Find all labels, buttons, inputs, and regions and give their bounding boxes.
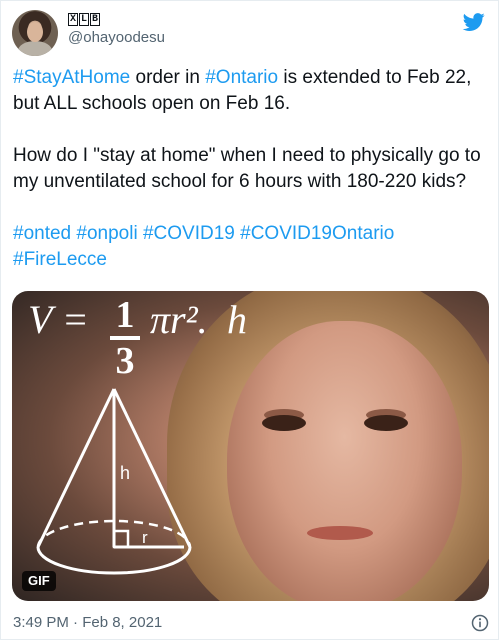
info-icon[interactable] (471, 614, 489, 632)
display-name-char: B (90, 13, 101, 26)
formula-pi-r2: πr². (150, 297, 208, 342)
tweet-paragraph: #StayAtHome order in #Ontario is extende… (13, 65, 491, 117)
gif-badge: GIF (22, 571, 56, 591)
hashtag-link[interactable]: #onpoli (76, 223, 137, 244)
formula-numerator: 1 (115, 294, 135, 336)
formula-denominator: 3 (115, 340, 135, 382)
user-handle[interactable]: @ohayoodesu (68, 29, 165, 47)
tweet-text-segment: order in (130, 67, 206, 88)
hashtag-link[interactable]: #Ontario (205, 67, 278, 88)
formula-fraction: 1 3 (110, 295, 140, 381)
tweet-paragraph: How do I "stay at home" when I need to p… (13, 143, 491, 195)
hashtag-link[interactable]: #COVID19 (143, 223, 235, 244)
display-name-char: L (79, 13, 90, 26)
avatar-face (27, 22, 43, 42)
hashtag-link[interactable]: #FireLecce (13, 249, 107, 270)
tweet-card: X L B @ohayoodesu #StayAtHome order in #… (0, 0, 499, 640)
cone-r-label: r (142, 528, 148, 547)
cone-base-front (36, 546, 192, 575)
formula-h: h (227, 297, 247, 342)
gif-eye-left (262, 415, 306, 431)
gif-mouth (307, 526, 373, 540)
cone-diagram: h r (36, 388, 192, 575)
display-name[interactable]: X L B (68, 13, 101, 27)
avatar-shoulders (18, 41, 52, 56)
hashtag-link[interactable]: #StayAtHome (13, 67, 130, 88)
gif-eye-right (364, 415, 408, 431)
gif-media[interactable]: V = 1 3 πr². h h r (12, 291, 489, 601)
formula-v: V = (28, 297, 89, 342)
display-name-char: X (68, 13, 79, 26)
cone-h-label: h (120, 463, 130, 483)
hashtag-link[interactable]: #onted (13, 223, 71, 244)
tweet-timestamp[interactable]: 3:49 PM · Feb 8, 2021 (13, 614, 162, 632)
tweet-paragraph: #onted #onpoli #COVID19 #COVID19Ontario … (13, 221, 491, 273)
tweet-text-segment: How do I "stay at home" when I need to p… (13, 145, 481, 192)
twitter-bird-icon[interactable] (462, 11, 486, 33)
tweet-text: #StayAtHome order in #Ontario is extende… (13, 65, 491, 273)
avatar[interactable] (12, 10, 58, 56)
gif-face (227, 321, 462, 601)
cone-right-angle (112, 529, 130, 549)
hashtag-link[interactable]: #COVID19Ontario (240, 223, 394, 244)
